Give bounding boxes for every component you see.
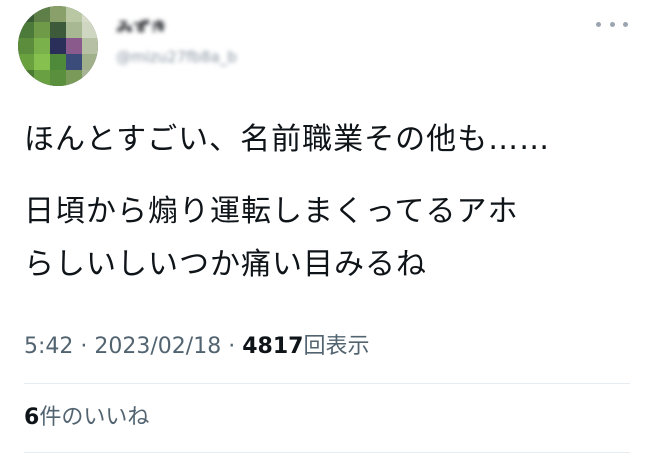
tweet-time[interactable]: 5:42: [24, 334, 73, 359]
tweet-meta: 5:42 · 2023/02/18 · 4817回表示: [24, 330, 369, 364]
more-dot: [609, 21, 615, 27]
meta-separator: ·: [228, 334, 236, 359]
likes-count: 6: [24, 405, 40, 430]
likes-label: 件のいいね: [39, 405, 150, 430]
tweet-date[interactable]: 2023/02/18: [94, 334, 221, 359]
more-dot: [623, 21, 628, 27]
views-count: 4817: [242, 334, 304, 359]
more-dot: [596, 21, 601, 27]
display-name[interactable]: みずき: [116, 14, 174, 32]
meta-separator: ·: [80, 334, 88, 359]
divider: [24, 383, 630, 384]
tweet-text-line-1: ほんとすごい、名前職業その他も……: [24, 122, 551, 157]
views-label: 回表示: [303, 334, 370, 359]
divider: [24, 452, 630, 453]
tweet-text-line-2: 日頃から煽り運転しまくってるアホ: [24, 194, 519, 229]
tweet-text-line-3: らしいしいつか痛い目みるね: [24, 247, 427, 282]
likes-link[interactable]: 6件のいいね: [24, 401, 149, 435]
more-dots-icon[interactable]: [596, 14, 628, 34]
avatar[interactable]: [18, 6, 98, 86]
user-handle[interactable]: @mizu27fb8a_b: [116, 48, 246, 66]
